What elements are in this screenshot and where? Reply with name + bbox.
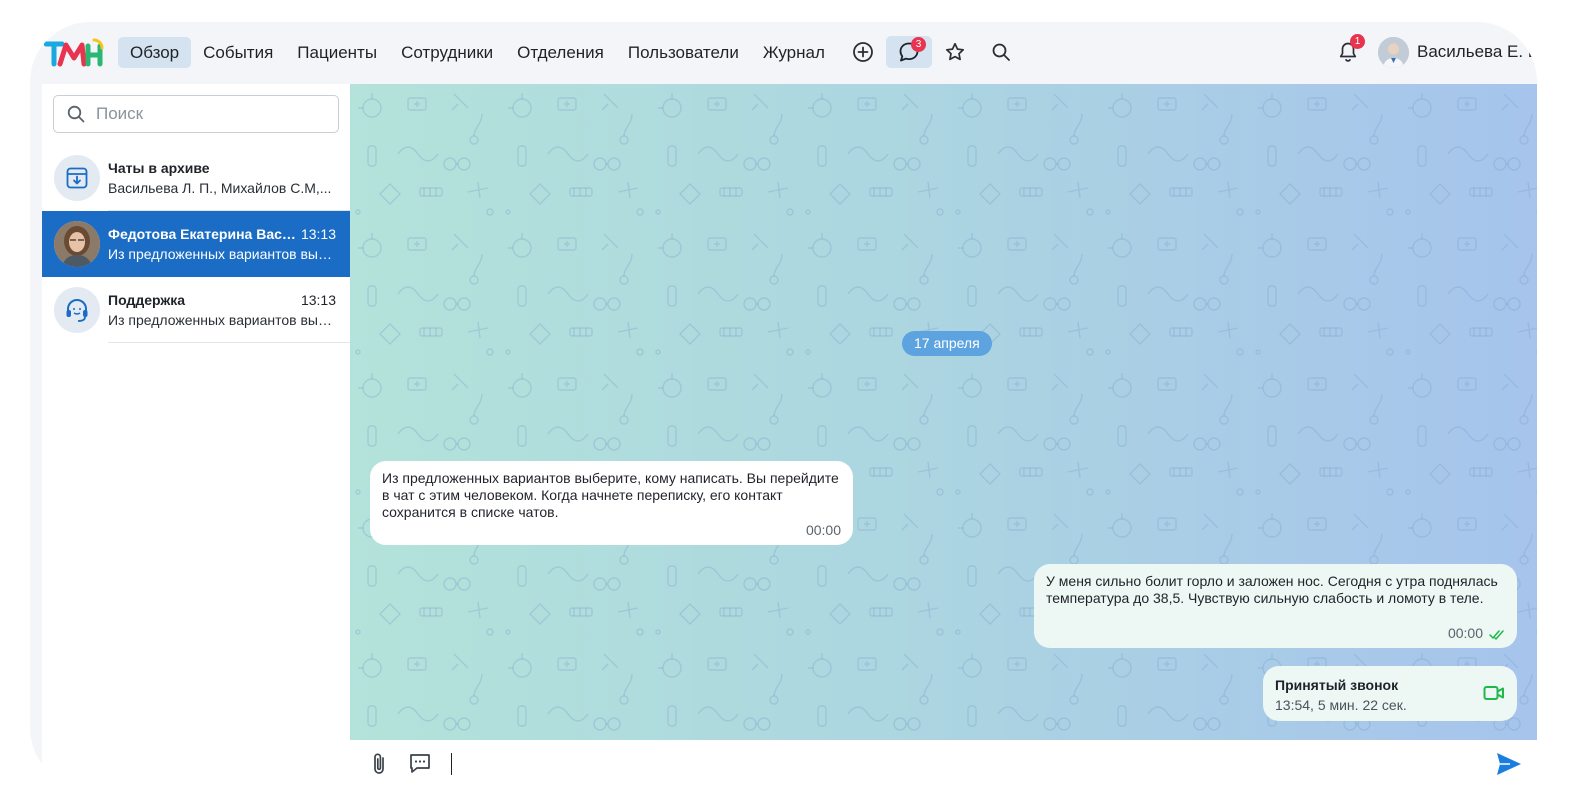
chat-preview: Из предложенных вариантов выберите, кому… — [108, 312, 336, 328]
search-icon — [67, 105, 85, 123]
send-icon[interactable] — [1495, 751, 1523, 777]
nav-overview[interactable]: Обзор — [118, 37, 192, 68]
double-check-icon — [1489, 630, 1504, 640]
user-name[interactable]: Васильева Е. В. — [1417, 42, 1537, 62]
app-logo[interactable] — [44, 36, 104, 68]
plus-circle-icon — [853, 42, 873, 62]
star-icon — [945, 42, 965, 61]
chat-preview: Васильева Л. П., Михайлов С.М,... — [108, 180, 332, 196]
chat-name: Поддержка — [108, 292, 186, 308]
date-separator: 17 апреля — [902, 331, 992, 356]
nav-journal[interactable]: Журнал — [751, 37, 837, 68]
templates-icon[interactable] — [408, 751, 432, 775]
notifications-badge: 1 — [1350, 34, 1365, 49]
archive-avatar — [54, 155, 100, 201]
chat-search-box[interactable] — [53, 95, 339, 133]
main-nav: Обзор События Пациенты Сотрудники Отделе… — [118, 37, 837, 68]
divider — [108, 342, 350, 343]
message-time: 00:00 — [805, 522, 841, 538]
add-button[interactable] — [840, 36, 886, 68]
chat-preview: Из предложенных вариантов выберите, кому… — [108, 246, 336, 262]
user-area: 1 Васильева Е. В. — [1330, 34, 1537, 68]
headset-icon — [66, 299, 88, 322]
nav-staff[interactable]: Сотрудники — [389, 37, 505, 68]
conversation-pane: 17 апреля Из предложенных вариантов выбе… — [350, 84, 1537, 740]
chat-list-sidebar: Чаты в архиве Васильева Л. П., Михайлов … — [42, 84, 350, 788]
chat-unread-badge: 3 — [911, 37, 926, 52]
message-composer — [350, 740, 1537, 788]
chat-item-fedotova[interactable]: Федотова Екатерина Васильевна 13:13 Из п… — [42, 211, 350, 277]
user-avatar-image — [1378, 36, 1409, 68]
user-photo — [54, 221, 100, 267]
chat-name: Федотова Екатерина Васильевна — [108, 226, 298, 242]
nav-departments[interactable]: Отделения — [505, 37, 616, 68]
contact-avatar — [54, 221, 100, 267]
message-text: Из предложенных вариантов выберите, кому… — [382, 470, 839, 520]
call-record[interactable]: Принятый звонок 13:54, 5 мин. 22 сек. — [1263, 666, 1517, 721]
support-avatar — [54, 287, 100, 333]
message-input-caret[interactable] — [451, 753, 452, 775]
call-title: Принятый звонок — [1275, 677, 1399, 693]
favorites-button[interactable] — [932, 36, 978, 68]
user-avatar[interactable] — [1378, 36, 1409, 68]
notifications-button[interactable]: 1 — [1330, 34, 1366, 68]
chats-button[interactable]: 3 — [886, 36, 932, 68]
chat-item-archive[interactable]: Чаты в архиве Васильева Л. П., Михайлов … — [42, 145, 350, 211]
call-details: 13:54, 5 мин. 22 сек. — [1275, 697, 1407, 713]
paperclip-icon[interactable] — [370, 752, 390, 776]
top-navigation-bar: Обзор События Пациенты Сотрудники Отделе… — [30, 22, 1537, 84]
video-camera-icon — [1483, 686, 1504, 700]
global-search-button[interactable] — [978, 36, 1024, 68]
chat-item-support[interactable]: Поддержка 13:13 Из предложенных варианто… — [42, 277, 350, 343]
archive-icon — [66, 167, 88, 189]
nav-icon-group: 3 — [840, 36, 1024, 68]
app-window: Обзор События Пациенты Сотрудники Отделе… — [30, 22, 1537, 788]
chat-name: Чаты в архиве — [108, 160, 210, 176]
search-icon — [992, 43, 1010, 61]
chat-search-input[interactable] — [96, 104, 326, 124]
nav-users[interactable]: Пользователи — [616, 37, 751, 68]
message-text: У меня сильно болит горло и заложен нос.… — [1046, 573, 1498, 606]
chat-time: 13:13 — [300, 292, 336, 308]
message-incoming[interactable]: Из предложенных вариантов выберите, кому… — [370, 461, 853, 545]
message-time: 00:00 — [1447, 625, 1483, 641]
message-outgoing[interactable]: У меня сильно болит горло и заложен нос.… — [1034, 564, 1517, 648]
nav-events[interactable]: События — [191, 37, 285, 68]
nav-patients[interactable]: Пациенты — [285, 37, 389, 68]
chat-time: 13:13 — [300, 226, 336, 242]
